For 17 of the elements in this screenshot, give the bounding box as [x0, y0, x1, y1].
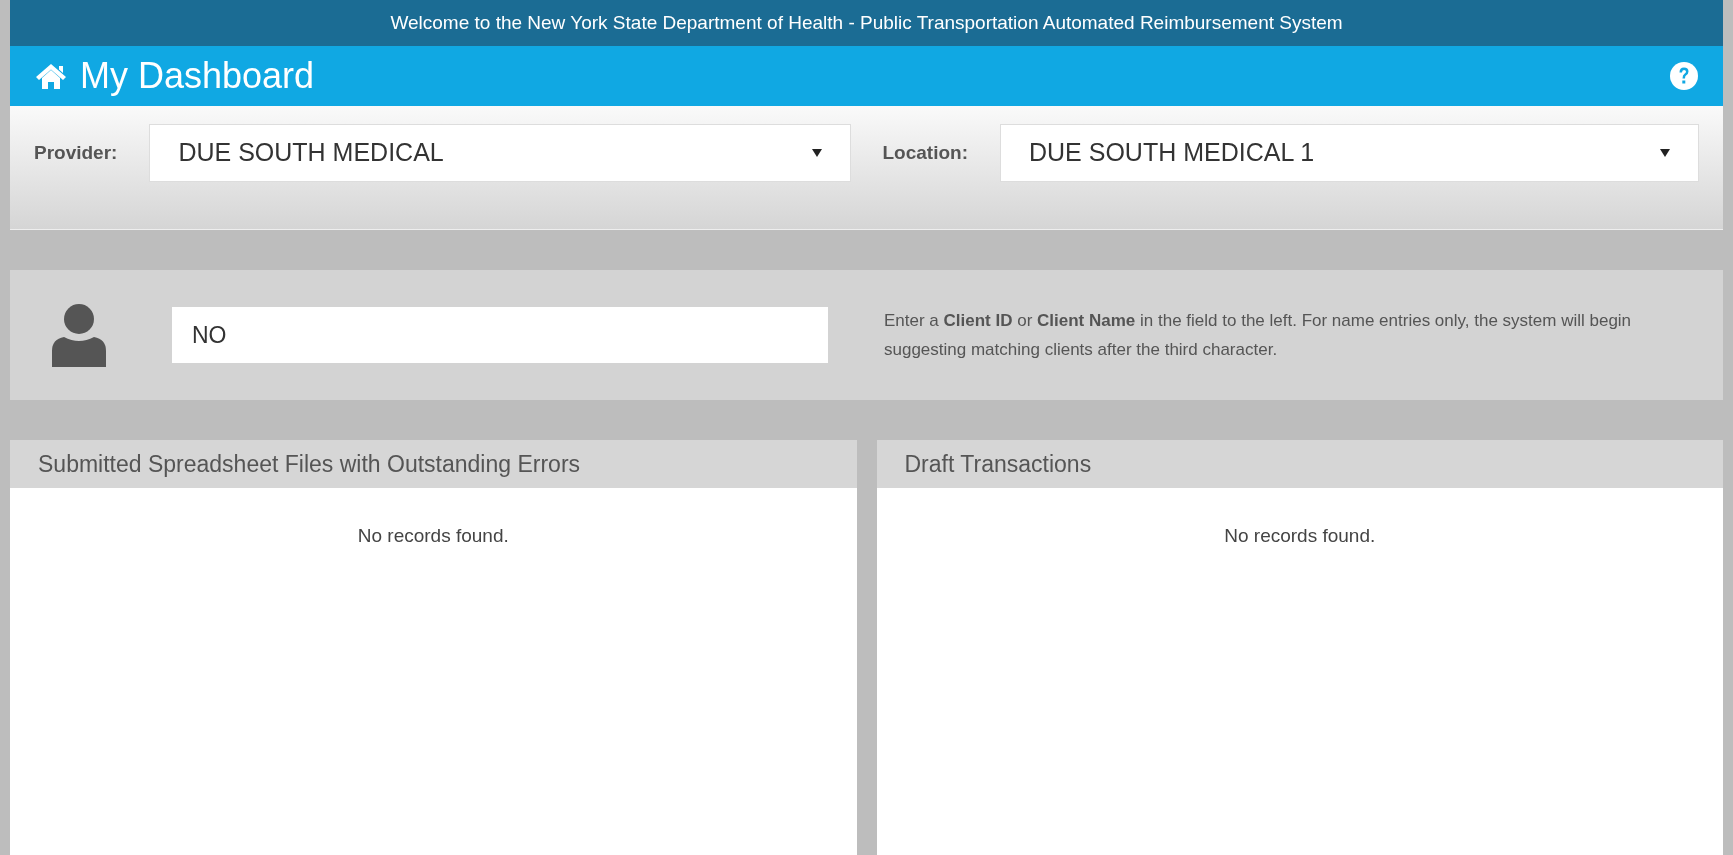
home-icon: [34, 62, 68, 90]
page-title: My Dashboard: [80, 58, 315, 94]
empty-message: No records found.: [356, 524, 510, 548]
dropdown-caret-icon: [1660, 149, 1670, 157]
person-icon: [50, 303, 108, 367]
client-search-help: Enter a Client ID or Client Name in the field to the left. For name entries only, the system will begin suggesting matching clients after the third character.: [884, 310, 1633, 361]
panel-header: Submitted Spreadsheet Files with Outstanding Errors: [10, 440, 857, 488]
empty-message: No records found.: [1223, 524, 1377, 548]
filter-select[interactable]: DUE SOUTH MEDICAL: [149, 124, 851, 182]
filter-label: Provider:: [34, 140, 118, 165]
panel-header: Draft Transactions: [876, 440, 1723, 488]
filter-select[interactable]: DUE SOUTH MEDICAL 1: [1000, 124, 1699, 182]
banner: Welcome to the New York State Department of Health - Public Transportation Automated Reimbursement System: [10, 0, 1723, 46]
filter-label: Location:: [882, 140, 968, 165]
help-icon[interactable]: [1669, 61, 1699, 91]
dropdown-caret-icon: [811, 149, 822, 157]
client-search-field[interactable]: NO: [172, 307, 828, 363]
